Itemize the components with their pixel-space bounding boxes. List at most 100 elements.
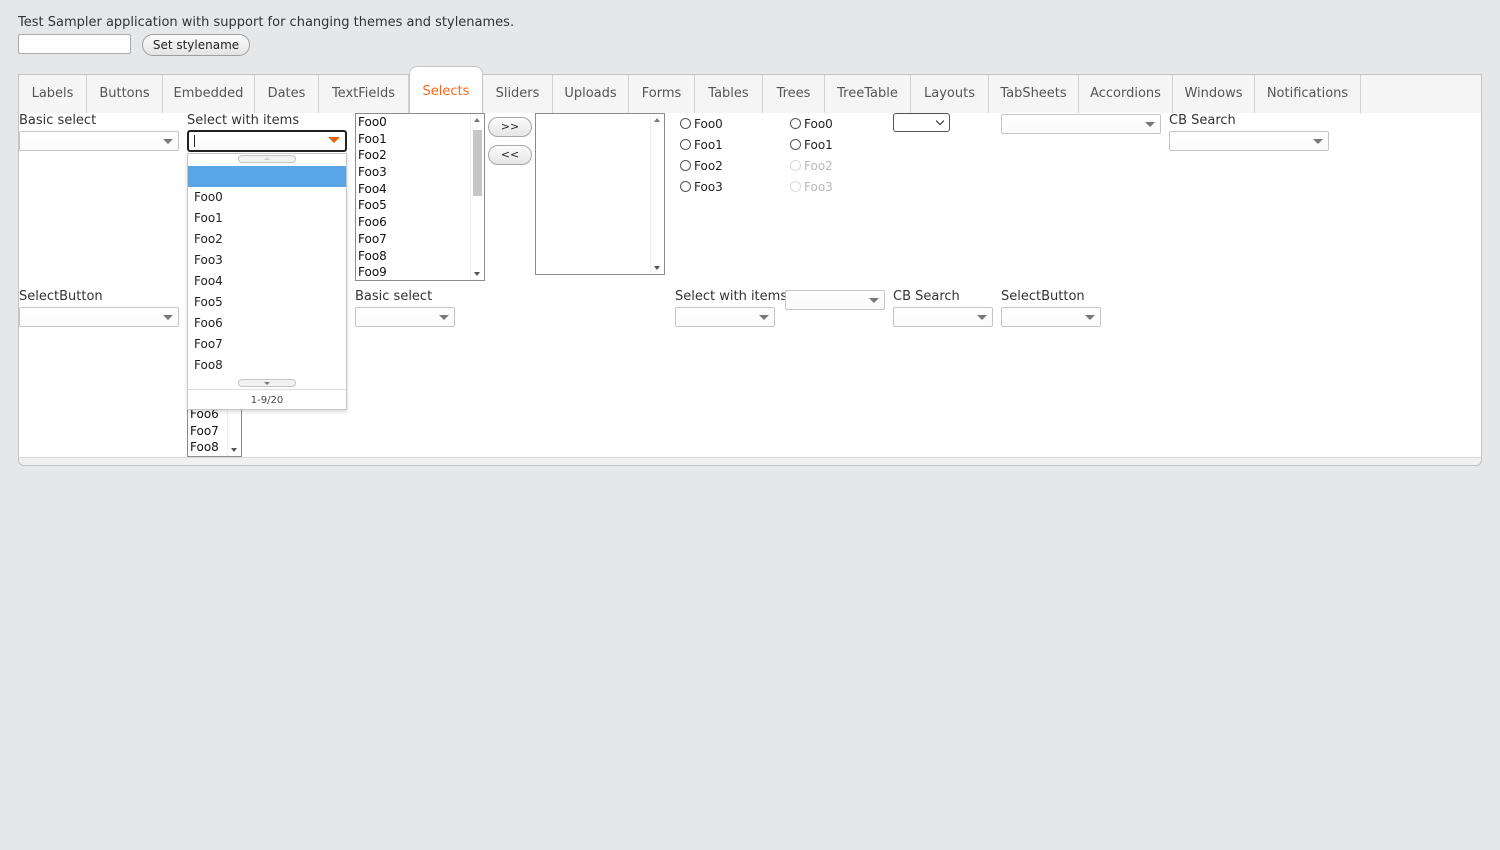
radio-label: Foo2 xyxy=(804,159,833,173)
tab-tables[interactable]: Tables xyxy=(695,75,763,113)
radio-icon[interactable] xyxy=(680,181,691,192)
stylename-input[interactable] xyxy=(18,34,131,54)
basic-select-2-combobox[interactable] xyxy=(355,307,455,327)
tab-trees[interactable]: Trees xyxy=(763,75,825,113)
tab-selects[interactable]: Selects xyxy=(409,66,483,114)
select-with-items-2-combobox[interactable] xyxy=(675,307,775,327)
popup-item[interactable]: Foo4 xyxy=(188,271,346,292)
popup-prev-page[interactable] xyxy=(238,155,296,163)
radio-icon[interactable] xyxy=(790,139,801,150)
list-scrollbar[interactable] xyxy=(650,114,664,274)
list-item[interactable]: Foo5 xyxy=(356,197,484,214)
popup-item[interactable]: Foo2 xyxy=(188,229,346,250)
tab-sliders[interactable]: Sliders xyxy=(483,75,553,113)
dropdown-arrow-icon[interactable] xyxy=(759,315,769,320)
tab-notifications[interactable]: Notifications xyxy=(1255,75,1361,113)
list-item[interactable]: Foo7 xyxy=(356,231,484,248)
cb-search-2-combobox[interactable] xyxy=(893,307,993,327)
cb-search-combobox[interactable] xyxy=(1169,131,1329,151)
popup-item[interactable]: Foo5 xyxy=(188,292,346,313)
radio-option[interactable]: Foo0 xyxy=(680,116,723,137)
tab-textfields[interactable]: TextFields xyxy=(319,75,409,113)
dropdown-arrow-icon[interactable] xyxy=(1313,139,1323,144)
chevron-down-icon[interactable] xyxy=(935,116,945,126)
option-group: Foo0 Foo1 Foo2 Foo3 xyxy=(680,116,723,200)
tab-treetable[interactable]: TreeTable xyxy=(825,75,911,113)
list-item[interactable]: Foo2 xyxy=(356,147,484,164)
dropdown-arrow-icon[interactable] xyxy=(439,315,449,320)
text-cursor xyxy=(194,135,195,147)
tab-dates[interactable]: Dates xyxy=(255,75,319,113)
list-item[interactable]: Foo4 xyxy=(356,181,484,198)
tab-accordions[interactable]: Accordions xyxy=(1079,75,1173,113)
list-item[interactable]: Foo3 xyxy=(356,164,484,181)
scroll-thumb[interactable] xyxy=(473,130,482,196)
popup-item[interactable]: Foo6 xyxy=(188,313,346,334)
radio-option[interactable]: Foo0 xyxy=(790,116,833,137)
radio-icon[interactable] xyxy=(680,160,691,171)
radio-icon[interactable] xyxy=(680,139,691,150)
scroll-down-icon[interactable] xyxy=(231,448,237,452)
popup-next-page[interactable] xyxy=(238,379,296,387)
popup-item[interactable]: Foo0 xyxy=(188,187,346,208)
chevron-down-icon[interactable] xyxy=(264,382,270,385)
radio-option[interactable]: Foo1 xyxy=(680,137,723,158)
list-item[interactable]: Foo6 xyxy=(356,214,484,231)
cb-search-2-caption: CB Search xyxy=(893,289,960,304)
select-button-2-combobox[interactable] xyxy=(1001,307,1101,327)
scroll-up-icon[interactable] xyxy=(654,118,660,122)
twin-add-button[interactable]: >> xyxy=(488,117,532,137)
select-with-items-2-caption: Select with items xyxy=(675,289,788,304)
dropdown-arrow-icon[interactable] xyxy=(328,137,340,143)
dropdown-arrow-icon[interactable] xyxy=(977,315,987,320)
list-item[interactable]: Foo1 xyxy=(356,131,484,148)
combobox-no-caption-2[interactable] xyxy=(785,290,885,310)
select-with-items-combobox[interactable] xyxy=(187,130,347,152)
popup-item[interactable]: Foo8 xyxy=(188,355,346,376)
popup-item[interactable]: Foo7 xyxy=(188,334,346,355)
set-stylename-button[interactable]: Set stylename xyxy=(142,34,250,56)
tab-layouts[interactable]: Layouts xyxy=(911,75,989,113)
tab-windows[interactable]: Windows xyxy=(1173,75,1255,113)
dropdown-arrow-icon[interactable] xyxy=(163,315,173,320)
twin-remove-button[interactable]: << xyxy=(488,145,532,165)
dropdown-arrow-icon[interactable] xyxy=(1085,315,1095,320)
list-item[interactable]: Foo9 xyxy=(356,264,484,280)
tab-uploads[interactable]: Uploads xyxy=(553,75,629,113)
list-item[interactable]: Foo0 xyxy=(356,114,484,131)
radio-icon[interactable] xyxy=(680,118,691,129)
combobox-no-caption[interactable] xyxy=(1001,114,1161,134)
dropdown-arrow-icon[interactable] xyxy=(1145,122,1155,127)
popup-item[interactable]: Foo3 xyxy=(188,250,346,271)
native-select[interactable] xyxy=(893,113,950,132)
chevron-up-icon[interactable] xyxy=(264,157,270,160)
radio-option-disabled: Foo2 xyxy=(790,158,833,179)
tab-tabsheets[interactable]: TabSheets xyxy=(989,75,1079,113)
radio-icon xyxy=(790,181,801,192)
scroll-down-icon[interactable] xyxy=(654,266,660,270)
popup-item[interactable]: Foo1 xyxy=(188,208,346,229)
radio-option-disabled: Foo3 xyxy=(790,179,833,200)
radio-option[interactable]: Foo2 xyxy=(680,158,723,179)
list-scrollbar[interactable] xyxy=(470,114,484,280)
select-with-items-caption: Select with items xyxy=(187,113,300,128)
list-item[interactable]: Foo8 xyxy=(356,248,484,265)
radio-icon[interactable] xyxy=(790,118,801,129)
cb-search-caption: CB Search xyxy=(1169,113,1236,128)
dropdown-arrow-icon[interactable] xyxy=(869,298,879,303)
tab-labels[interactable]: Labels xyxy=(19,75,87,113)
popup-item-empty[interactable] xyxy=(188,166,346,187)
radio-option[interactable]: Foo3 xyxy=(680,179,723,200)
basic-select-combobox[interactable] xyxy=(19,131,179,151)
tab-embedded[interactable]: Embedded xyxy=(163,75,255,113)
list-select[interactable]: Foo0 Foo1 Foo2 Foo3 Foo4 Foo5 Foo6 Foo7 … xyxy=(355,113,485,281)
scroll-down-icon[interactable] xyxy=(474,272,480,276)
tab-buttons[interactable]: Buttons xyxy=(87,75,163,113)
select-button-combobox[interactable] xyxy=(19,307,179,327)
dropdown-arrow-icon[interactable] xyxy=(163,139,173,144)
radio-label: Foo0 xyxy=(804,117,833,131)
scroll-up-icon[interactable] xyxy=(474,118,480,122)
twin-select-right-list[interactable] xyxy=(535,113,665,275)
radio-option[interactable]: Foo1 xyxy=(790,137,833,158)
tab-forms[interactable]: Forms xyxy=(629,75,695,113)
